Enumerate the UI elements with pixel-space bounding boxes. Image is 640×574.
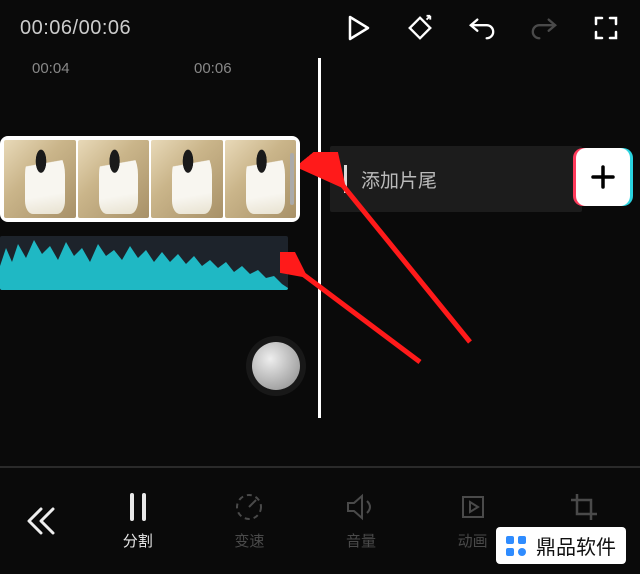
fullscreen-icon <box>593 15 619 41</box>
playback-controls <box>344 14 626 42</box>
timeline-area[interactable]: 添加片尾 <box>0 92 640 462</box>
split-icon <box>125 492 151 522</box>
tool-volume[interactable]: 音量 <box>305 492 417 551</box>
brand-logo-icon <box>502 532 530 560</box>
tool-label: 分割 <box>123 530 153 551</box>
clip-thumbnail <box>4 140 76 218</box>
crop-icon <box>569 492 599 522</box>
annotation-arrow <box>280 252 430 372</box>
ruler-tick: 00:06 <box>194 60 232 77</box>
speed-icon <box>234 492 264 522</box>
clip-trim-handle[interactable] <box>290 153 294 205</box>
tool-label: 变速 <box>234 530 264 551</box>
undo-icon <box>468 15 496 41</box>
time-display: 00:06/00:06 <box>20 17 131 40</box>
ruler-tick: 00:04 <box>32 60 70 77</box>
keyframe-button[interactable] <box>406 14 434 42</box>
back-button[interactable] <box>0 468 82 574</box>
top-bar: 00:06/00:06 <box>0 0 640 56</box>
fullscreen-button[interactable] <box>592 14 620 42</box>
watermark: 鼎品软件 <box>496 527 626 564</box>
clip-thumbnail <box>78 140 150 218</box>
tool-speed[interactable]: 变速 <box>194 492 306 551</box>
chevrons-left-icon <box>23 503 59 539</box>
video-clip[interactable] <box>0 136 300 222</box>
play-icon <box>346 15 370 41</box>
redo-button[interactable] <box>530 14 558 42</box>
play-button[interactable] <box>344 14 372 42</box>
tool-label: 动画 <box>458 530 488 551</box>
clip-thumbnail <box>151 140 223 218</box>
undo-button[interactable] <box>468 14 496 42</box>
redo-icon <box>530 15 558 41</box>
audio-track[interactable] <box>0 236 288 290</box>
volume-icon <box>345 492 377 522</box>
plus-icon <box>588 162 618 192</box>
audio-waveform <box>0 236 288 290</box>
watermark-text: 鼎品软件 <box>536 531 616 560</box>
animation-icon <box>459 492 487 522</box>
keyframe-diamond-icon <box>406 13 434 43</box>
clip-thumbnail <box>225 140 297 218</box>
tool-label: 音量 <box>346 530 376 551</box>
add-clip-button[interactable] <box>576 148 630 206</box>
tool-split[interactable]: 分割 <box>82 492 194 551</box>
